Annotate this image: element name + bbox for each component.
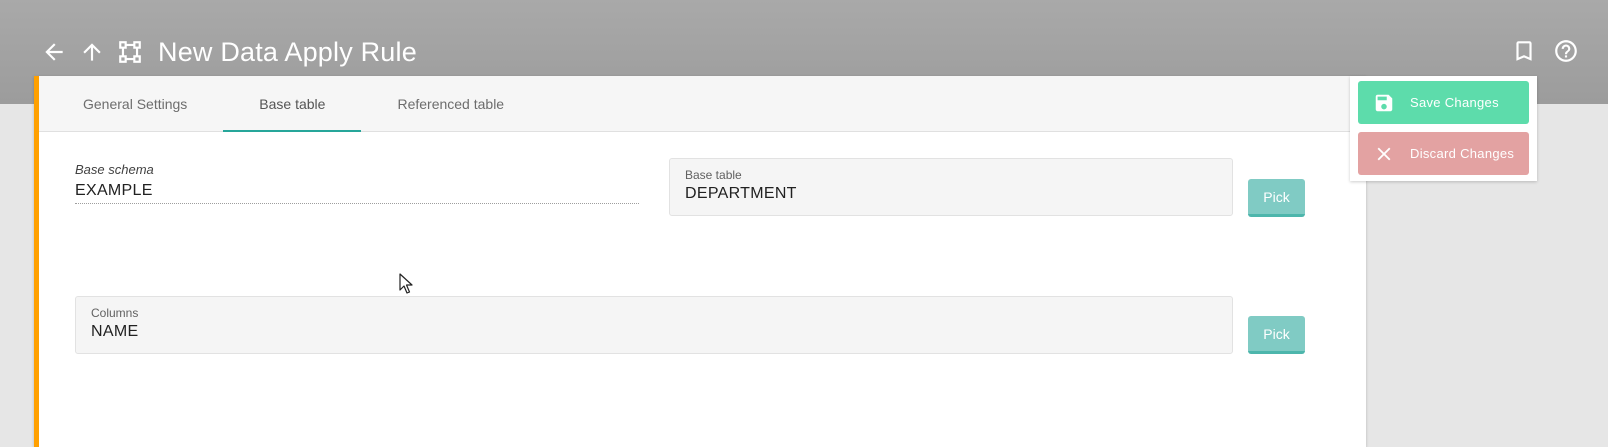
pick-base-table-button[interactable]: Pick: [1248, 179, 1305, 217]
tab-base-table[interactable]: Base table: [223, 76, 362, 132]
pick-columns-button[interactable]: Pick: [1248, 316, 1305, 354]
help-circle-icon[interactable]: [1552, 37, 1580, 65]
columns-value: NAME: [91, 323, 139, 340]
arrow-up-icon[interactable]: [78, 38, 106, 66]
arrow-left-icon[interactable]: [40, 38, 68, 66]
discard-changes-button[interactable]: Discard Changes: [1358, 132, 1529, 175]
base-schema-value: EXAMPLE: [75, 182, 153, 199]
editor-card: General Settings Base table Referenced t…: [34, 76, 1366, 447]
discard-changes-label: Discard Changes: [1410, 146, 1515, 161]
base-schema-field: Base schema EXAMPLE: [75, 162, 639, 204]
base-schema-label: Base schema: [75, 162, 154, 177]
close-icon: [1358, 143, 1410, 165]
tab-bar: General Settings Base table Referenced t…: [39, 76, 1366, 132]
tab-referenced-table[interactable]: Referenced table: [361, 76, 540, 131]
base-table-value: DEPARTMENT: [685, 185, 797, 202]
columns-field[interactable]: Columns NAME: [75, 296, 1233, 354]
page-title: New Data Apply Rule: [158, 36, 417, 67]
bookmark-icon[interactable]: [1510, 37, 1538, 65]
save-changes-button[interactable]: Save Changes: [1358, 81, 1529, 124]
title-bar: New Data Apply Rule: [40, 32, 417, 72]
tab-general-settings[interactable]: General Settings: [47, 76, 223, 131]
action-panel: Save Changes Discard Changes: [1350, 76, 1537, 181]
save-changes-label: Save Changes: [1410, 95, 1499, 110]
base-table-label: Base table: [685, 168, 742, 182]
save-icon: [1358, 92, 1410, 114]
header-actions: [1510, 37, 1580, 65]
columns-label: Columns: [91, 306, 139, 320]
base-table-field[interactable]: Base table DEPARTMENT: [669, 158, 1233, 216]
mouse-cursor-icon: [399, 273, 413, 294]
vector-square-icon: [116, 38, 144, 66]
